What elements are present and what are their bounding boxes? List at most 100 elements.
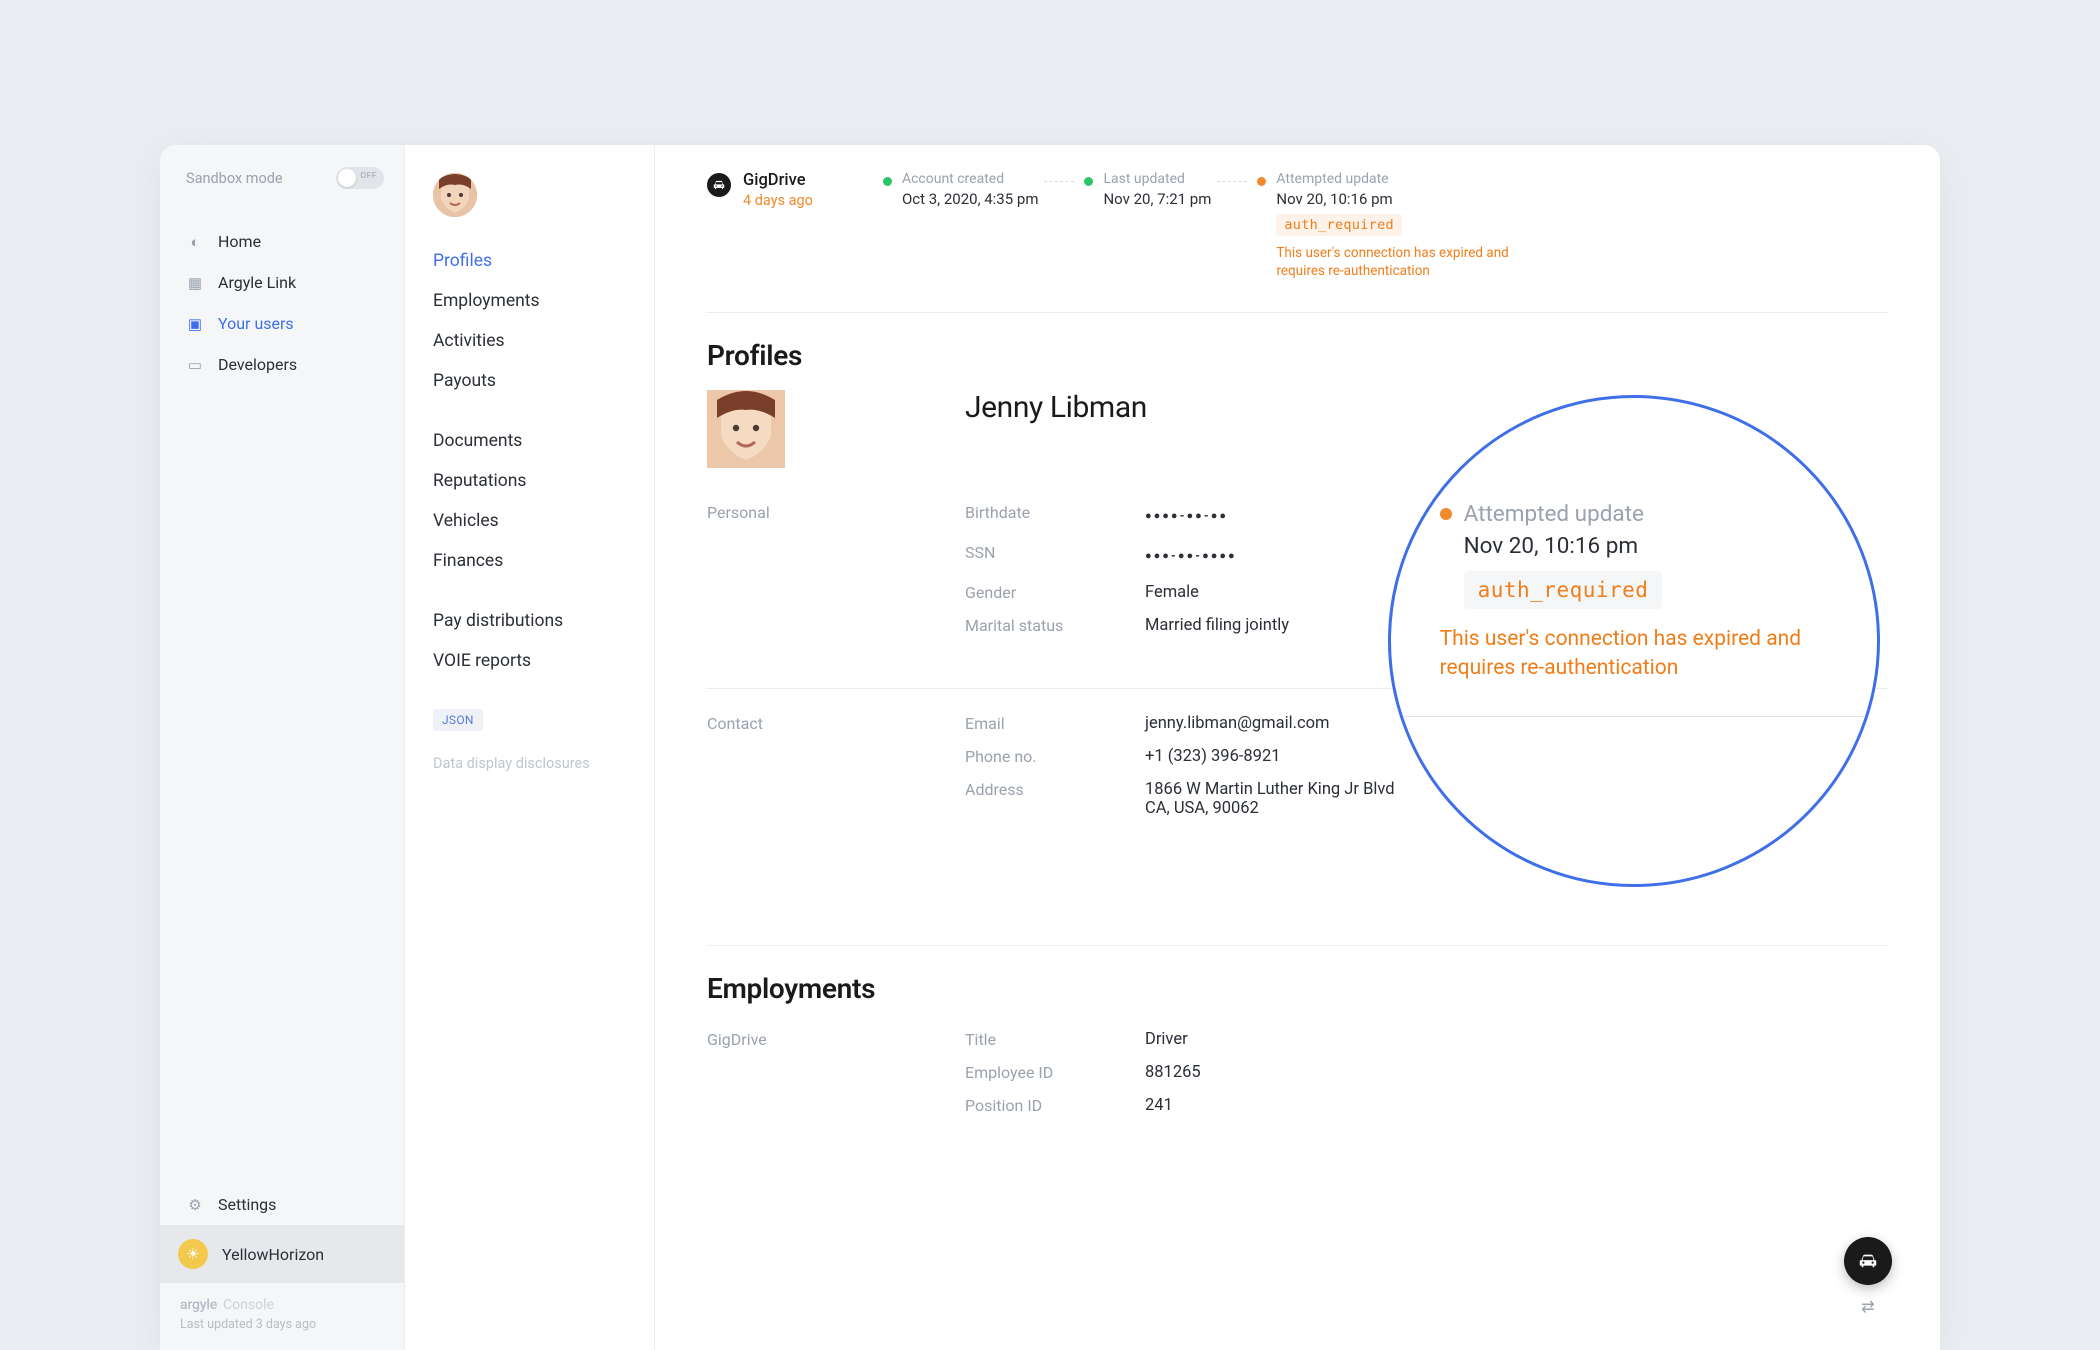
group-label-employer: GigDrive — [707, 1023, 965, 1056]
timeline-label: Last updated — [1103, 171, 1211, 187]
subnav-reputations[interactable]: Reputations — [433, 461, 626, 501]
magnifier-code-chip: auth_required — [1464, 571, 1663, 609]
divider — [707, 945, 1888, 946]
field-key: Email — [965, 707, 1145, 740]
field-key: Address — [965, 773, 1145, 825]
field-key: Title — [965, 1023, 1145, 1056]
magnifier-date: Nov 20, 10:16 pm — [1464, 533, 1829, 559]
divider — [707, 312, 1888, 313]
subnav-voie-reports[interactable]: VOIE reports — [433, 641, 626, 681]
avatar-face-icon — [433, 173, 477, 217]
subnav-pay-distributions[interactable]: Pay distributions — [433, 601, 626, 641]
timeline-label: Attempted update — [1276, 171, 1516, 187]
nav-item-argyle-link[interactable]: ▦ Argyle Link — [160, 262, 404, 303]
subnav-employments[interactable]: Employments — [433, 281, 626, 321]
users-icon: ▣ — [186, 315, 204, 333]
brand-line: argyle Console — [180, 1297, 404, 1313]
subnav-vehicles[interactable]: Vehicles — [433, 501, 626, 541]
workspace-switcher[interactable]: ☀ YellowHorizon — [160, 1225, 404, 1283]
magnifier-content: Attempted update Nov 20, 10:16 pm auth_r… — [1440, 501, 1829, 717]
group-label-personal: Personal — [707, 496, 965, 536]
nav-item-settings[interactable]: ⚙ Settings — [160, 1184, 404, 1225]
timeline-attempted: Attempted update Nov 20, 10:16 pm auth_r… — [1257, 171, 1552, 280]
profile-full-name: Jenny Libman — [965, 390, 1147, 425]
user-avatar-small[interactable] — [433, 173, 477, 217]
developers-icon: ▭ — [186, 356, 204, 374]
section-title-employments: Employments — [707, 972, 1888, 1005]
magnifier-label: Attempted update — [1464, 501, 1644, 527]
section-title-profiles: Profiles — [707, 339, 1888, 372]
user-subnav: Profiles Employments Activities Payouts … — [405, 145, 655, 1350]
employment-grid: GigDrive Title Driver Employee ID 881265… — [707, 1023, 1888, 1122]
field-key: Position ID — [965, 1089, 1145, 1122]
footer-updated: Last updated 3 days ago — [180, 1317, 404, 1332]
swap-icon[interactable]: ⇄ — [1861, 1297, 1874, 1316]
auth-code-chip: auth_required — [1276, 214, 1402, 236]
account-col: GigDrive 4 days ago — [743, 171, 813, 209]
toggle-text: OFF — [360, 171, 377, 181]
field-key: Marital status — [965, 609, 1145, 642]
account-name: GigDrive — [743, 171, 813, 190]
status-dot-green-icon — [883, 177, 892, 186]
subnav-finances[interactable]: Finances — [433, 541, 626, 581]
sidebar-spacer — [160, 385, 404, 1184]
car-icon — [707, 173, 731, 197]
subnav-activities[interactable]: Activities — [433, 321, 626, 361]
field-value: Driver — [1145, 1023, 1888, 1056]
gear-icon: ⚙ — [186, 1196, 204, 1214]
account-age: 4 days ago — [743, 192, 813, 209]
fab-stack: ⇄ — [1844, 1237, 1892, 1316]
profile-name-col: Jenny Libman — [965, 390, 1147, 425]
timeline-value: Nov 20, 10:16 pm — [1276, 190, 1516, 208]
user-avatar-large — [707, 390, 785, 468]
nav-item-developers[interactable]: ▭ Developers — [160, 344, 404, 385]
toggle-knob — [338, 169, 356, 187]
brand-sub: Console — [223, 1297, 274, 1313]
primary-nav: ◐ Home ▦ Argyle Link ▣ Your users ▭ Deve… — [160, 215, 404, 385]
timeline-connector — [1217, 181, 1247, 182]
primary-sidebar: Sandbox mode OFF ◐ Home ▦ Argyle Link ▣ … — [160, 145, 405, 1350]
avatar-face-icon — [707, 390, 785, 468]
sandbox-row: Sandbox mode OFF — [160, 145, 404, 215]
timeline-value: Oct 3, 2020, 4:35 pm — [902, 190, 1039, 208]
nav-label: Your users — [218, 314, 294, 333]
nav-item-home[interactable]: ◐ Home — [160, 221, 404, 262]
magnifier-warning: This user's connection has expired and r… — [1440, 625, 1829, 682]
field-key: Phone no. — [965, 740, 1145, 773]
field-key: Birthdate — [965, 496, 1145, 536]
nav-item-your-users[interactable]: ▣ Your users — [160, 303, 404, 344]
magnifier-divider — [1388, 716, 1880, 717]
subnav-profiles[interactable]: Profiles — [433, 241, 626, 281]
timeline-updated: Last updated Nov 20, 7:21 pm — [1084, 171, 1247, 280]
sandbox-label: Sandbox mode — [186, 170, 283, 187]
magnifier-callout: Attempted update Nov 20, 10:16 pm auth_r… — [1388, 395, 1880, 887]
account-header: GigDrive 4 days ago Account created Oct … — [707, 171, 1888, 312]
disclosure-link[interactable]: Data display disclosures — [433, 755, 626, 772]
nav-label: Home — [218, 232, 261, 251]
fab-button[interactable] — [1844, 1237, 1892, 1285]
account-badge: GigDrive 4 days ago — [707, 171, 813, 209]
field-value: 241 — [1145, 1089, 1888, 1122]
sandbox-toggle[interactable]: OFF — [336, 167, 384, 189]
timeline-value: Nov 20, 7:21 pm — [1103, 190, 1211, 208]
workspace-name: YellowHorizon — [222, 1245, 324, 1264]
brand-main: argyle — [180, 1297, 217, 1313]
nav-label: Developers — [218, 355, 297, 374]
field-value: 881265 — [1145, 1056, 1888, 1089]
subnav-documents[interactable]: Documents — [433, 421, 626, 461]
status-dot-green-icon — [1084, 177, 1093, 186]
field-key: Employee ID — [965, 1056, 1145, 1089]
status-dot-orange-icon — [1440, 508, 1452, 520]
subnav-payouts[interactable]: Payouts — [433, 361, 626, 401]
app-window: Sandbox mode OFF ◐ Home ▦ Argyle Link ▣ … — [160, 145, 1940, 1350]
status-timeline: Account created Oct 3, 2020, 4:35 pm Las… — [883, 171, 1888, 280]
settings-label: Settings — [218, 1195, 276, 1214]
console-footer: argyle Console Last updated 3 days ago — [160, 1283, 404, 1350]
timeline-label: Account created — [902, 171, 1039, 187]
home-icon: ◐ — [186, 233, 204, 251]
status-dot-orange-icon — [1257, 177, 1266, 186]
json-chip[interactable]: JSON — [433, 709, 483, 731]
group-label-contact: Contact — [707, 707, 965, 740]
link-icon: ▦ — [186, 274, 204, 292]
car-icon — [1857, 1250, 1879, 1272]
